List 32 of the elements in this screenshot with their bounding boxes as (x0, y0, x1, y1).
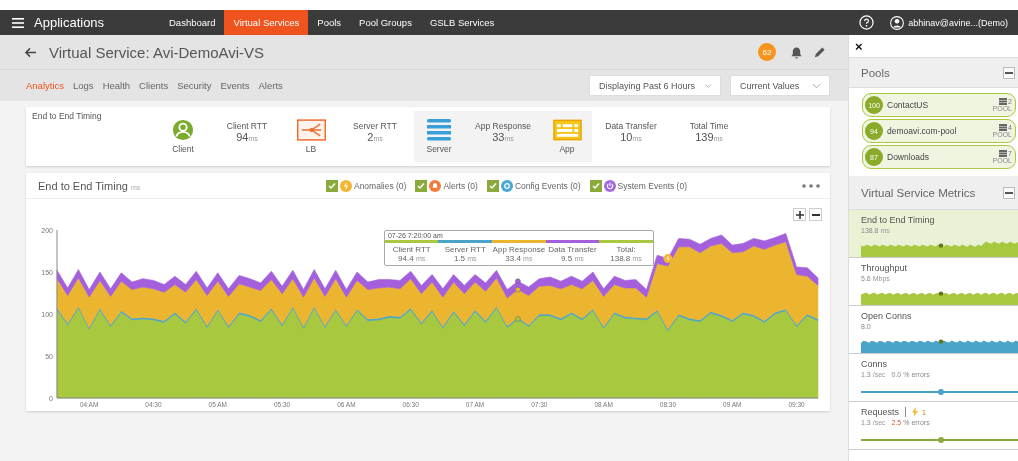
tooltip-label: App Response (492, 245, 546, 255)
filter-label: System Events (0) (617, 180, 687, 191)
pool-name: Downloads (887, 152, 931, 162)
metric-name: Requests (861, 407, 900, 417)
metric-name: Throughput (861, 263, 908, 273)
section-title: Virtual Service Metrics (861, 186, 976, 199)
metric-label: Total Time (689, 120, 729, 131)
filter-label: Anomalies (0) (353, 180, 407, 191)
node-label: App (559, 144, 575, 154)
tooltip-label: Data Transfer (548, 245, 597, 255)
metric-label: Data Transfer (605, 120, 657, 131)
pool-name: demoavi.com-pool (887, 126, 958, 136)
metric-label: App Response (475, 120, 531, 131)
metric-name: Conns (861, 359, 887, 369)
tooltip-label: Client RTT (392, 245, 431, 255)
node-label: Client (172, 144, 194, 154)
card-title: End to End Timing (32, 111, 103, 123)
health-score-badge: 62 (758, 43, 776, 61)
tooltip-label: Total: (616, 245, 636, 255)
metric-name: End to End Timing (861, 215, 935, 225)
page-title: Virtual Service: Avi-DemoAvi-VS (49, 43, 265, 61)
metric-name: Open Conns (861, 311, 912, 321)
tooltip-label: Server RTT (444, 245, 486, 255)
node-label: LB (305, 144, 317, 154)
node-label: Server (426, 144, 452, 154)
metric-label: Server RTT (353, 120, 397, 131)
metric-label: Client RTT (226, 120, 268, 131)
section-title: Pools (861, 66, 890, 79)
pool-name: ContactUS (887, 100, 930, 110)
app-title: Applications (34, 15, 105, 30)
filter-label: Config Events (0) (514, 180, 581, 191)
filter-label: Alerts (0) (443, 180, 478, 191)
